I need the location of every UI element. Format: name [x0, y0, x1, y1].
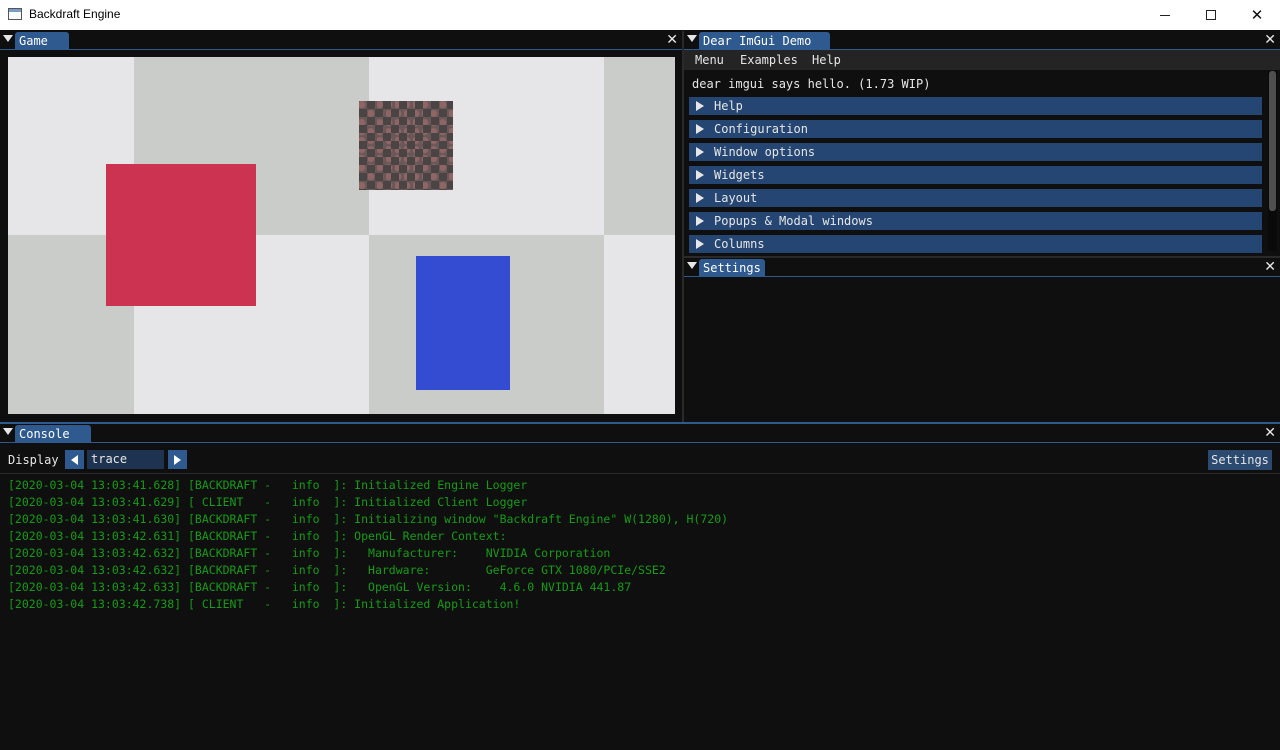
log-line: [2020-03-04 13:03:41.629] [ CLIENT - inf…	[8, 495, 528, 509]
window-menu-icon[interactable]	[3, 35, 13, 42]
console-panel: Console ✕ Display trace Settings [2020-0…	[0, 424, 1280, 750]
section-widgets[interactable]: Widgets	[689, 166, 1262, 184]
menu-item-menu[interactable]: Menu	[695, 53, 724, 67]
section-window-options[interactable]: Window options	[689, 143, 1262, 161]
settings-panel: Settings ✕	[684, 256, 1280, 422]
triangle-right-icon	[696, 147, 704, 157]
log-level-field[interactable]: trace	[87, 450, 164, 469]
triangle-right-icon	[696, 170, 704, 180]
tab-settings[interactable]: Settings	[699, 259, 765, 277]
log-line: [2020-03-04 13:03:42.738] [ CLIENT - inf…	[8, 597, 521, 611]
close-icon[interactable]: ✕	[1264, 425, 1276, 441]
window-menu-icon[interactable]	[3, 428, 13, 435]
triangle-right-icon	[696, 216, 704, 226]
demo-panel-header: Dear ImGui Demo ✕	[684, 31, 1280, 50]
arrow-right-icon	[174, 454, 181, 465]
app-icon	[8, 8, 22, 20]
imgui-demo-panel: Dear ImGui Demo ✕ Menu Examples Help dea…	[684, 31, 1280, 255]
level-next-button[interactable]	[168, 450, 187, 469]
red-quad	[106, 164, 256, 306]
console-panel-header: Console ✕	[0, 424, 1280, 443]
log-line: [2020-03-04 13:03:41.628] [BACKDRAFT - i…	[8, 478, 528, 492]
demo-sections: Help Configuration Window options Widget…	[689, 97, 1262, 258]
game-viewport[interactable]	[8, 57, 675, 414]
demo-menubar: Menu Examples Help	[684, 50, 1280, 70]
textured-quad	[359, 101, 453, 190]
window-menu-icon[interactable]	[687, 262, 697, 269]
log-line: [2020-03-04 13:03:42.631] [BACKDRAFT - i…	[8, 529, 507, 543]
maximize-button[interactable]	[1188, 0, 1234, 30]
section-popups[interactable]: Popups & Modal windows	[689, 212, 1262, 230]
log-line: [2020-03-04 13:03:42.633] [BACKDRAFT - i…	[8, 580, 632, 594]
blue-quad	[416, 256, 510, 390]
minimize-button[interactable]	[1142, 0, 1188, 30]
triangle-right-icon	[696, 193, 704, 203]
floor-tile	[604, 57, 675, 235]
tab-game[interactable]: Game	[15, 32, 69, 50]
maximize-icon	[1206, 10, 1216, 20]
log-line: [2020-03-04 13:03:41.630] [BACKDRAFT - i…	[8, 512, 729, 526]
game-panel-header: Game ✕	[0, 31, 682, 50]
console-log: [2020-03-04 13:03:41.628] [BACKDRAFT - i…	[8, 477, 728, 613]
settings-panel-header: Settings ✕	[684, 258, 1280, 277]
scrollbar-thumb[interactable]	[1269, 71, 1276, 211]
section-label: Layout	[714, 191, 758, 205]
console-toolbar: Display trace Settings	[0, 444, 1280, 474]
window-menu-icon[interactable]	[687, 35, 697, 42]
section-label: Popups & Modal windows	[714, 214, 873, 228]
hello-text: dear imgui says hello. (1.73 WIP)	[692, 77, 931, 91]
arrow-left-icon	[71, 454, 78, 465]
menu-item-help[interactable]: Help	[812, 53, 841, 67]
close-icon[interactable]: ✕	[1264, 32, 1276, 48]
window-titlebar: Backdraft Engine ✕	[0, 0, 1280, 30]
window-close-button[interactable]: ✕	[1234, 0, 1280, 30]
triangle-right-icon	[696, 101, 704, 111]
floor-tile	[604, 235, 675, 414]
tab-console[interactable]: Console	[15, 425, 91, 443]
log-line: [2020-03-04 13:03:42.632] [BACKDRAFT - i…	[8, 546, 611, 560]
game-panel: Game ✕	[0, 31, 682, 422]
minimize-icon	[1160, 14, 1170, 16]
console-settings-button[interactable]: Settings	[1208, 450, 1272, 470]
section-layout[interactable]: Layout	[689, 189, 1262, 207]
menu-item-examples[interactable]: Examples	[740, 53, 798, 67]
window-title: Backdraft Engine	[29, 7, 121, 21]
section-help[interactable]: Help	[689, 97, 1262, 115]
close-icon[interactable]: ✕	[666, 32, 678, 48]
section-label: Window options	[714, 145, 816, 159]
section-label: Help	[714, 99, 743, 113]
demo-scrollbar[interactable]	[1268, 71, 1277, 251]
section-label: Columns	[714, 237, 765, 251]
triangle-right-icon	[696, 239, 704, 249]
triangle-right-icon	[696, 124, 704, 134]
section-label: Configuration	[714, 122, 808, 136]
section-configuration[interactable]: Configuration	[689, 120, 1262, 138]
tab-imgui-demo[interactable]: Dear ImGui Demo	[699, 32, 830, 50]
log-line: [2020-03-04 13:03:42.632] [BACKDRAFT - i…	[8, 563, 666, 577]
close-icon[interactable]: ✕	[1264, 259, 1276, 275]
display-label: Display	[8, 453, 59, 467]
level-prev-button[interactable]	[65, 450, 84, 469]
section-label: Widgets	[714, 168, 765, 182]
close-icon: ✕	[1250, 5, 1264, 24]
section-columns[interactable]: Columns	[689, 235, 1262, 253]
